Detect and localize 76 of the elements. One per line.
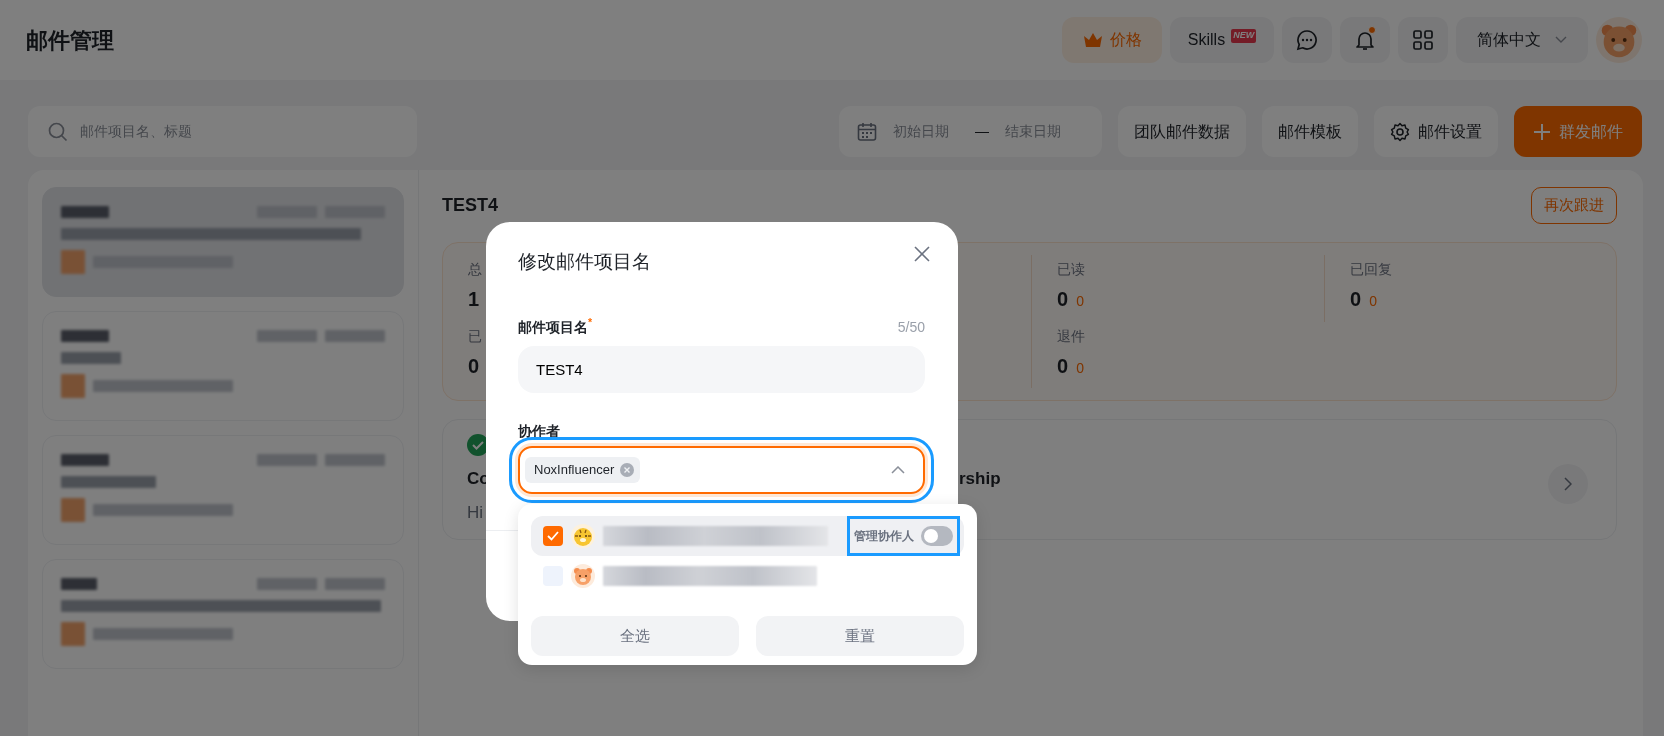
chevron-down-icon bbox=[1555, 36, 1567, 44]
chevron-right-icon bbox=[1564, 477, 1572, 491]
blurred-text bbox=[257, 578, 317, 590]
manage-toggle[interactable] bbox=[921, 526, 953, 546]
search-input[interactable]: 邮件项目名、标题 bbox=[78, 120, 397, 143]
stat-subvalue: 0 bbox=[1076, 292, 1084, 311]
stat-subvalue: 0 bbox=[1369, 292, 1377, 311]
page-title: 邮件管理 bbox=[26, 26, 114, 55]
check-icon bbox=[547, 531, 559, 541]
bell-icon bbox=[1354, 29, 1376, 51]
chat-button[interactable] bbox=[1282, 17, 1332, 63]
project-title: TEST4 bbox=[442, 194, 498, 217]
stat-label: 已 bbox=[468, 326, 482, 346]
email-title: rship bbox=[959, 468, 1001, 491]
range-separator: — bbox=[975, 122, 989, 141]
blurred-icon bbox=[61, 374, 85, 398]
field-label: 邮件项目名$^{*}$ bbox=[518, 316, 593, 337]
dropdown-button[interactable]: 全选 bbox=[531, 616, 739, 656]
stat-value: 1 bbox=[468, 287, 480, 312]
email-preview: Hi bbox=[467, 501, 485, 524]
stat-label: 总 bbox=[468, 260, 482, 279]
grid-icon bbox=[1413, 30, 1433, 50]
dialog-title: 修改邮件项目名 bbox=[518, 250, 651, 274]
project-item[interactable] bbox=[42, 435, 404, 545]
project-item[interactable] bbox=[42, 559, 404, 669]
new-badge: NEW bbox=[1231, 29, 1257, 43]
settings-icon bbox=[1390, 121, 1410, 142]
blurred-text bbox=[61, 352, 121, 364]
plus-icon bbox=[1533, 122, 1551, 141]
stat-label: 已回复 bbox=[1350, 260, 1392, 279]
skills-button[interactable]: Skills NEW bbox=[1170, 17, 1274, 63]
checkbox[interactable] bbox=[543, 526, 563, 546]
close-icon bbox=[914, 246, 930, 262]
settings-button[interactable]: 邮件设置 bbox=[1374, 106, 1498, 157]
notifications-button[interactable] bbox=[1340, 17, 1390, 63]
character-counter: 5/50 bbox=[897, 317, 925, 337]
blurred-text bbox=[61, 454, 109, 466]
blurred-text bbox=[325, 454, 385, 466]
crown-icon bbox=[1082, 31, 1104, 49]
stat-label: 退件 bbox=[1057, 326, 1085, 346]
blurred-text bbox=[61, 330, 109, 342]
avatar bbox=[571, 524, 595, 548]
avatar bbox=[571, 564, 595, 588]
chat-icon bbox=[1296, 29, 1318, 51]
dropdown-button[interactable]: 重置 bbox=[756, 616, 964, 656]
blurred-icon bbox=[61, 622, 85, 646]
stat-label: 已读 bbox=[1057, 260, 1085, 279]
next-button[interactable] bbox=[1548, 464, 1588, 504]
search-field[interactable]: 邮件项目名、标题 bbox=[28, 106, 417, 157]
date-range-picker[interactable]: 初始日期 — 结束日期 bbox=[839, 106, 1102, 157]
toolbar-button[interactable]: 团队邮件数据 bbox=[1118, 106, 1246, 157]
search-icon bbox=[48, 121, 68, 142]
stat-value: 0 bbox=[1057, 353, 1069, 379]
blurred-text bbox=[325, 578, 385, 590]
remove-icon[interactable] bbox=[620, 462, 635, 477]
blurred-icon bbox=[61, 250, 85, 274]
calendar-icon bbox=[857, 121, 877, 142]
stat-value: 0 bbox=[468, 353, 480, 379]
blurred-text bbox=[257, 454, 317, 466]
stat-value: 0 bbox=[1350, 287, 1362, 312]
toolbar-button[interactable]: 邮件模板 bbox=[1262, 106, 1358, 157]
blurred-text bbox=[257, 330, 317, 342]
apps-button[interactable] bbox=[1398, 17, 1448, 63]
stat-subvalue: 0 bbox=[1076, 358, 1084, 378]
project-item[interactable] bbox=[42, 311, 404, 421]
blurred-text bbox=[61, 206, 109, 218]
blurred-text bbox=[61, 578, 97, 590]
blurred-icon bbox=[61, 498, 85, 522]
collaborator-tag: NoxInfluencer bbox=[525, 456, 641, 483]
collaborator-option[interactable]: 管理协作人 bbox=[531, 516, 964, 556]
blurred-text bbox=[325, 330, 385, 342]
stat-value: 0 bbox=[1057, 287, 1069, 312]
name-input[interactable]: TEST4 bbox=[518, 345, 925, 393]
project-item[interactable] bbox=[42, 187, 404, 297]
user-avatar bbox=[1596, 17, 1642, 63]
language-select[interactable]: 简体中文 bbox=[1456, 17, 1588, 63]
